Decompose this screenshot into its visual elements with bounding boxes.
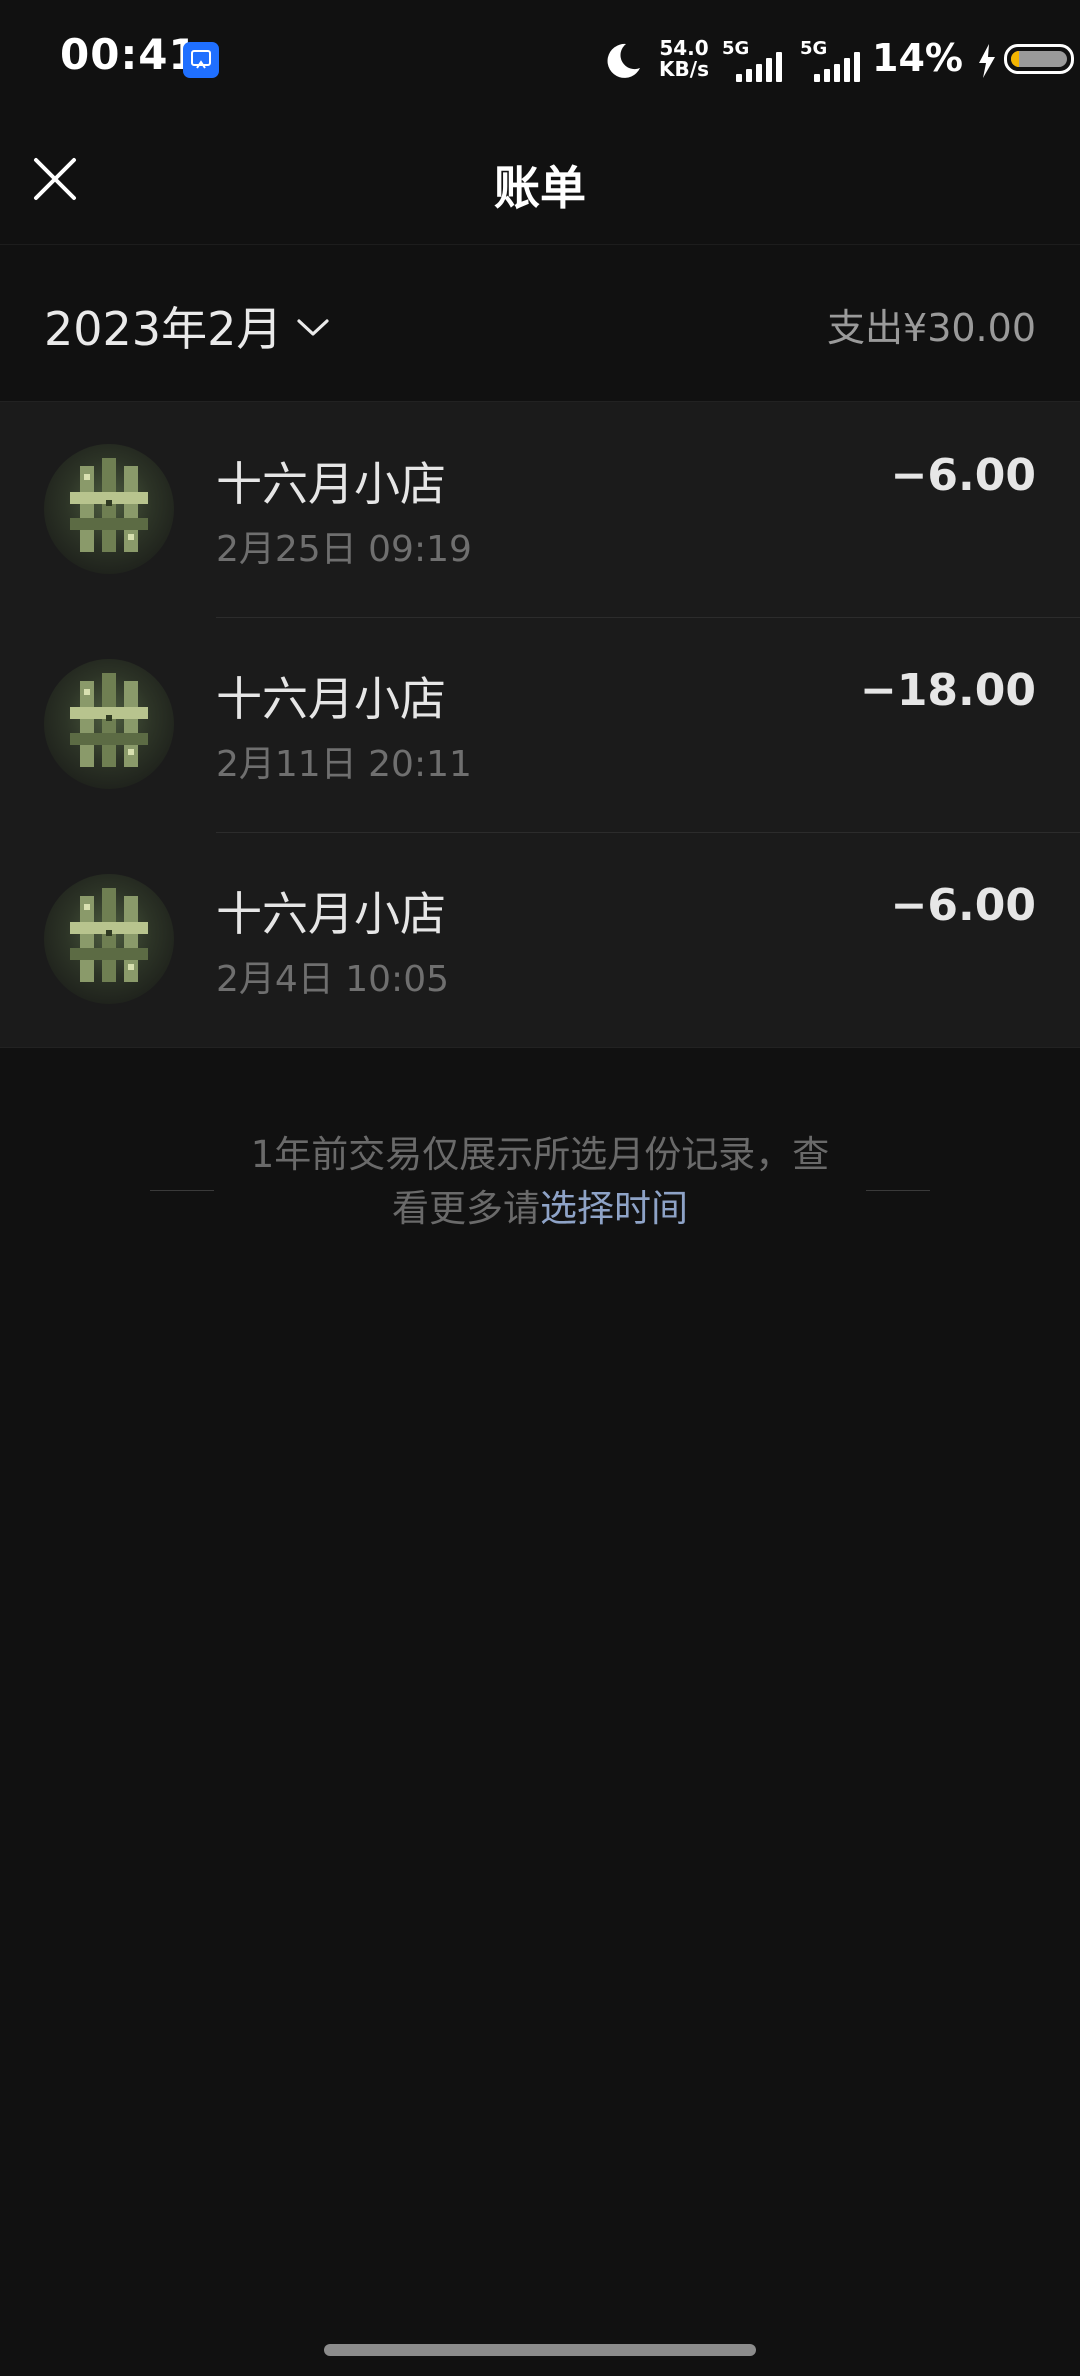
page-title: 账单 (494, 161, 586, 215)
status-time: 00:41 (60, 30, 199, 79)
sim2-network-type: 5G (800, 38, 828, 59)
note-divider-left (150, 1190, 214, 1191)
signal-icon-sim2: 5G (800, 38, 860, 82)
home-indicator[interactable] (324, 2344, 756, 2356)
status-bar: 00:41 54.0 KB/s 5G 5G 14% (0, 0, 1080, 120)
network-speed: 54.0 KB/s (654, 38, 714, 80)
sim1-network-type: 5G (722, 38, 750, 59)
chevron-down-icon (297, 319, 329, 336)
summary-label: 支出 (827, 306, 904, 350)
network-speed-value: 54.0 (659, 36, 709, 60)
app-notification-icon (183, 42, 219, 78)
transaction-datetime: 2月25日 09:19 (216, 529, 472, 570)
month-bar: 2023年2月 支出¥30.00 (0, 245, 1080, 400)
merchant-avatar (44, 874, 174, 1004)
merchant-name: 十六月小店 (216, 887, 446, 941)
battery-percent: 14% (872, 36, 963, 80)
charging-bolt-icon (979, 44, 995, 78)
network-speed-unit: KB/s (659, 57, 709, 81)
transaction-list: 十六月小店 2月25日 09:19 −6.00 十六月小店 2月11日 20:1… (0, 401, 1080, 1048)
history-note: 1年前交易仅展示所选月份记录，查看更多请选择时间 (236, 1128, 844, 1236)
moon-icon (607, 43, 640, 78)
note-divider-right (866, 1190, 930, 1191)
expense-summary: 支出¥30.00 (827, 297, 1036, 352)
transaction-row[interactable]: 十六月小店 2月25日 09:19 −6.00 (0, 402, 1080, 617)
summary-amount: ¥30.00 (903, 306, 1036, 350)
signal-icon: 5G (722, 38, 782, 82)
transaction-amount: −6.00 (890, 450, 1036, 501)
merchant-name: 十六月小店 (216, 457, 446, 511)
month-label: 2023年2月 (44, 302, 283, 356)
merchant-avatar (44, 659, 174, 789)
transaction-datetime: 2月11日 20:11 (216, 744, 472, 785)
select-time-link[interactable]: 选择时间 (540, 1187, 688, 1230)
battery-level-fill (1011, 51, 1019, 67)
merchant-avatar (44, 444, 174, 574)
transaction-row[interactable]: 十六月小店 2月11日 20:11 −18.00 (0, 617, 1080, 832)
battery-icon (1004, 44, 1074, 74)
transaction-amount: −6.00 (890, 880, 1036, 931)
transaction-row[interactable]: 十六月小店 2月4日 10:05 −6.00 (0, 832, 1080, 1047)
merchant-name: 十六月小店 (216, 672, 446, 726)
month-picker[interactable]: 2023年2月 (44, 293, 330, 359)
transaction-datetime: 2月4日 10:05 (216, 959, 449, 1000)
nav-bar: 账单 (0, 120, 1080, 245)
transaction-amount: −18.00 (859, 665, 1036, 716)
